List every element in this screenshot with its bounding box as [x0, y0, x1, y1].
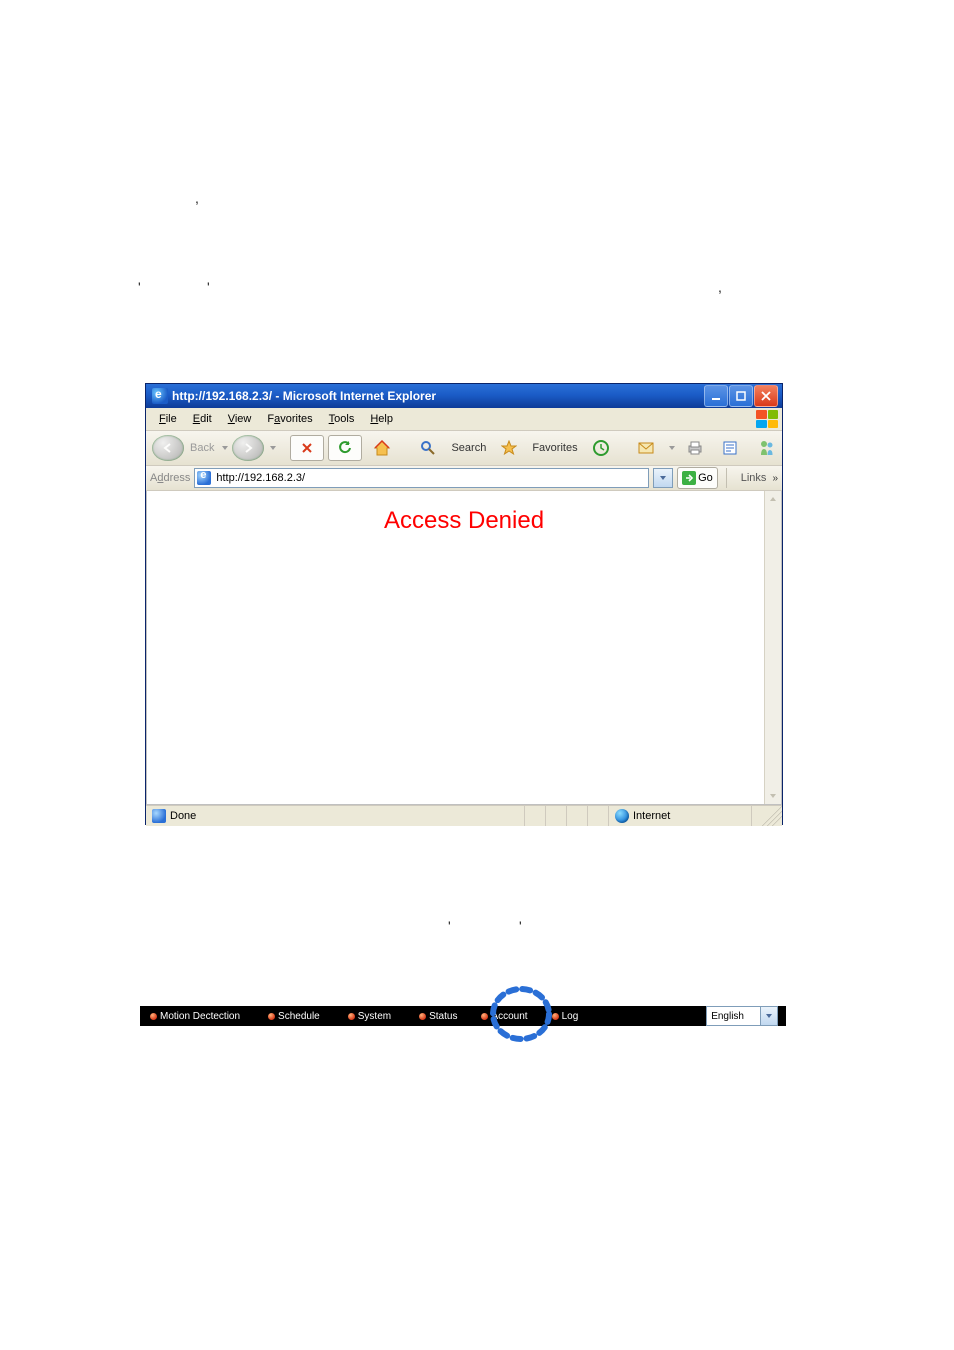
- resize-grip[interactable]: [752, 806, 782, 826]
- menu-help[interactable]: Help: [362, 411, 401, 427]
- bottom-nav-wrap: Motion Dectection Schedule System Status…: [140, 1006, 786, 1026]
- ie-window: http://192.168.2.3/ - Microsoft Internet…: [145, 383, 783, 825]
- stray-char: ': [519, 918, 522, 934]
- menu-view[interactable]: View: [220, 411, 260, 427]
- nav-label: Account: [491, 1011, 527, 1022]
- bullet-icon: [419, 1013, 426, 1020]
- status-done-pane: Done: [146, 806, 525, 826]
- mail-dropdown-icon[interactable]: [669, 446, 675, 450]
- menubar: File Edit View Favorites Tools Help: [146, 408, 782, 431]
- status-zone-text: Internet: [633, 810, 670, 822]
- stop-button[interactable]: [290, 435, 324, 461]
- address-field-wrap[interactable]: [194, 468, 649, 488]
- page-icon: [197, 471, 211, 485]
- ie-icon: [152, 388, 168, 404]
- menu-favorites[interactable]: Favorites: [259, 411, 320, 427]
- status-pane-empty: [567, 806, 588, 826]
- go-label: Go: [698, 472, 713, 484]
- address-bar: Address Go Links »: [146, 466, 782, 491]
- bullet-icon: [481, 1013, 488, 1020]
- go-button[interactable]: Go: [677, 467, 718, 489]
- scroll-down-icon[interactable]: [765, 788, 781, 804]
- nav-label: System: [358, 1011, 391, 1022]
- mail-button[interactable]: [631, 435, 663, 461]
- windows-logo-icon: [756, 410, 778, 428]
- nav-label: Status: [429, 1011, 457, 1022]
- status-done-text: Done: [170, 810, 196, 822]
- menu-file[interactable]: File: [151, 411, 185, 427]
- search-label: Search: [451, 442, 486, 454]
- nav-item-motion-detection[interactable]: Motion Dectection: [148, 1011, 242, 1022]
- globe-icon: [615, 809, 629, 823]
- language-value: English: [711, 1011, 744, 1022]
- bottom-nav: Motion Dectection Schedule System Status…: [140, 1006, 786, 1026]
- status-pane-empty: [588, 806, 609, 826]
- back-label: Back: [190, 442, 214, 454]
- maximize-button[interactable]: [729, 385, 753, 407]
- bullet-icon: [150, 1013, 157, 1020]
- nav-label: Schedule: [278, 1011, 320, 1022]
- messenger-button[interactable]: [751, 435, 783, 461]
- language-select[interactable]: English: [706, 1006, 778, 1026]
- forward-dropdown-icon[interactable]: [270, 446, 276, 450]
- refresh-button[interactable]: [328, 435, 362, 461]
- address-dropdown[interactable]: [653, 468, 673, 488]
- history-button[interactable]: [585, 435, 617, 461]
- back-dropdown-icon[interactable]: [222, 446, 228, 450]
- scroll-up-icon[interactable]: [765, 491, 781, 507]
- nav-item-schedule[interactable]: Schedule: [266, 1011, 322, 1022]
- bullet-icon: [552, 1013, 559, 1020]
- back-button[interactable]: [152, 435, 184, 461]
- content-area: Access Denied: [146, 491, 782, 805]
- minimize-button[interactable]: [704, 385, 728, 407]
- status-pane-empty: [546, 806, 567, 826]
- menu-tools[interactable]: Tools: [321, 411, 363, 427]
- bullet-icon: [348, 1013, 355, 1020]
- stray-char: ': [448, 918, 451, 934]
- titlebar: http://192.168.2.3/ - Microsoft Internet…: [146, 384, 782, 408]
- vertical-scrollbar[interactable]: [764, 491, 781, 804]
- home-button[interactable]: [366, 435, 398, 461]
- statusbar: Done Internet: [146, 805, 782, 826]
- close-button[interactable]: [754, 385, 778, 407]
- address-input[interactable]: [214, 470, 646, 486]
- favorites-label: Favorites: [532, 442, 577, 454]
- stray-char: ': [138, 279, 141, 295]
- edit-button[interactable]: [715, 435, 747, 461]
- nav-item-account[interactable]: Account: [479, 1011, 529, 1022]
- status-pane-empty: [525, 806, 546, 826]
- favorites-button[interactable]: [493, 435, 525, 461]
- go-arrow-icon: [682, 471, 696, 485]
- window-title: http://192.168.2.3/ - Microsoft Internet…: [172, 389, 436, 403]
- nav-item-system[interactable]: System: [346, 1011, 393, 1022]
- forward-button[interactable]: [232, 435, 264, 461]
- nav-label: Log: [562, 1011, 579, 1022]
- links-label[interactable]: Links: [741, 472, 767, 484]
- nav-item-status[interactable]: Status: [417, 1011, 459, 1022]
- toolbar: Back Search Favorites: [146, 431, 782, 466]
- menu-edit[interactable]: Edit: [185, 411, 220, 427]
- bullet-icon: [268, 1013, 275, 1020]
- links-chevron-icon[interactable]: »: [772, 473, 778, 484]
- chevron-down-icon: [760, 1007, 777, 1025]
- print-button[interactable]: [679, 435, 711, 461]
- stray-char: ': [207, 279, 210, 295]
- nav-item-log[interactable]: Log: [550, 1011, 581, 1022]
- page-icon: [152, 809, 166, 823]
- address-label: Address: [150, 472, 190, 484]
- access-denied-text: Access Denied: [384, 507, 544, 535]
- search-button[interactable]: [412, 435, 444, 461]
- separator: [726, 468, 727, 488]
- status-zone-pane: Internet: [609, 806, 752, 826]
- stray-char: ,: [718, 279, 722, 295]
- nav-label: Motion Dectection: [160, 1011, 240, 1022]
- stray-char: ,: [195, 190, 199, 206]
